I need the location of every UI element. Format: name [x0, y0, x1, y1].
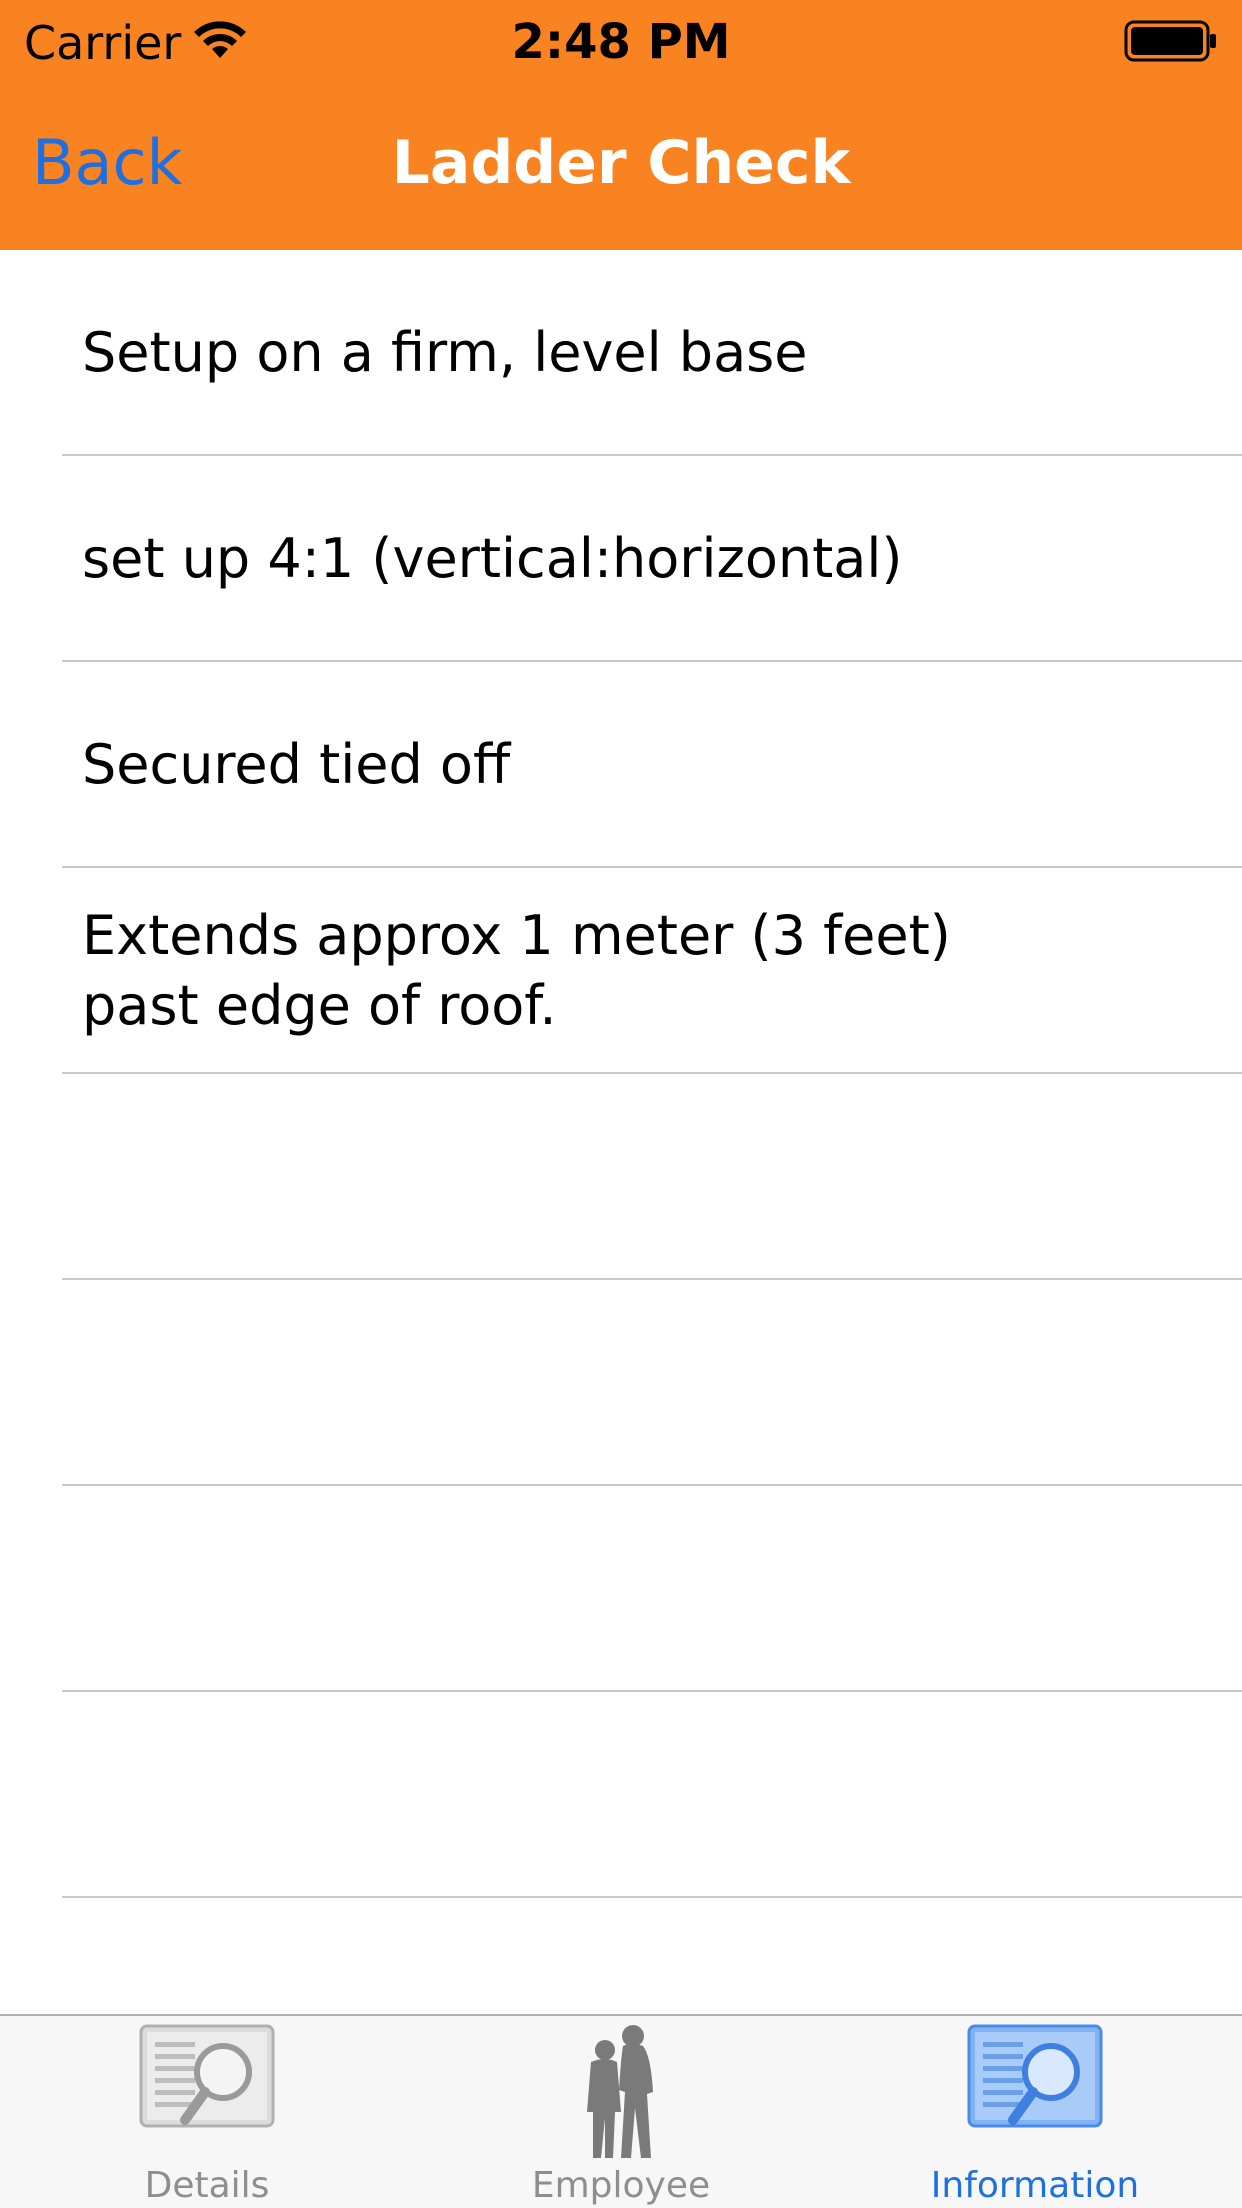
battery-icon: [1124, 20, 1216, 62]
list-item-label: Extends approx 1 meter (3 feet) past edg…: [82, 904, 951, 1037]
tab-label: Employee: [531, 2165, 711, 2206]
list-item-label: Secured tied off: [82, 733, 511, 796]
list-item[interactable]: set up 4:1 (vertical:horizontal): [0, 456, 1242, 662]
navigation-bar: Back Ladder Check: [0, 86, 1242, 250]
tab-details[interactable]: Details: [0, 2016, 414, 2208]
list-item-label: set up 4:1 (vertical:horizontal): [82, 527, 903, 590]
tab-bar: Details Employee Information: [0, 2014, 1242, 2208]
tab-employee[interactable]: Employee: [414, 2016, 828, 2208]
document-search-icon: [139, 2024, 275, 2128]
list-item[interactable]: [0, 1692, 1242, 1898]
list-item[interactable]: [0, 1074, 1242, 1280]
list-item[interactable]: Secured tied off: [0, 662, 1242, 868]
checklist: Setup on a firm, level base set up 4:1 (…: [0, 250, 1242, 1898]
list-item[interactable]: [0, 1486, 1242, 1692]
list-item-label: Setup on a firm, level base: [82, 321, 808, 384]
page-title: Ladder Check: [391, 128, 851, 198]
list-item[interactable]: Setup on a firm, level base: [0, 250, 1242, 456]
people-silhouette-icon: [587, 2025, 653, 2158]
tab-label: Details: [144, 2165, 270, 2206]
tab-information[interactable]: Information: [828, 2016, 1242, 2208]
status-time: 2:48 PM: [511, 14, 731, 70]
document-search-icon: [967, 2024, 1103, 2128]
header: Carrier 2:48 PM Back Ladder Check: [0, 0, 1242, 250]
tab-label: Information: [930, 2165, 1140, 2206]
list-item[interactable]: [0, 1280, 1242, 1486]
status-bar: Carrier 2:48 PM: [0, 0, 1242, 86]
list-item[interactable]: Extends approx 1 meter (3 feet) past edg…: [0, 868, 1242, 1074]
